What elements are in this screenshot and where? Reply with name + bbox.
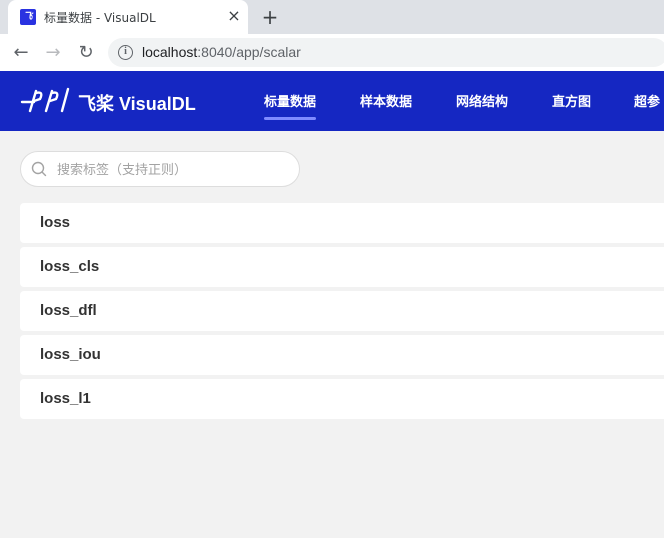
tag-row-loss-l1[interactable]: loss_l1 [20, 379, 664, 419]
tag-label: loss_iou [40, 346, 101, 363]
url-host: localhost [142, 44, 198, 60]
nav-item-hyperparameters[interactable]: 超参 [634, 91, 660, 110]
back-arrow-icon[interactable]: ← [8, 40, 34, 66]
tag-row-loss-cls[interactable]: loss_cls [20, 247, 664, 287]
forward-arrow-icon[interactable]: → [40, 40, 66, 66]
search-icon [31, 161, 47, 177]
brand-title[interactable]: 飞桨 VisualDL [78, 90, 196, 116]
app-header: 飞桨 VisualDL 标量数据 样本数据 网络结构 直方图 超参 [0, 71, 664, 131]
nav-item-graph[interactable]: 网络结构 [456, 91, 508, 110]
tag-label: loss_cls [40, 258, 100, 275]
nav-item-histogram[interactable]: 直方图 [552, 91, 591, 110]
browser-tab-strip: 飞 标量数据 - VisualDL × + [0, 0, 664, 34]
browser-tab[interactable]: 飞 标量数据 - VisualDL × [8, 0, 248, 34]
tag-label: loss_dfl [40, 302, 97, 319]
tag-row-loss[interactable]: loss [20, 203, 664, 243]
browser-toolbar: ← → ↻ i localhost:8040/app/scalar [0, 34, 664, 71]
site-info-icon[interactable]: i [118, 45, 133, 60]
paddlepaddle-logo-icon [20, 87, 70, 113]
tag-row-loss-iou[interactable]: loss_iou [20, 335, 664, 375]
address-bar[interactable]: i localhost:8040/app/scalar [108, 38, 664, 67]
reload-icon[interactable]: ↻ [73, 40, 99, 66]
url-text[interactable]: localhost:8040/app/scalar [142, 44, 301, 60]
tag-label: loss [40, 214, 71, 231]
nav-item-samples[interactable]: 样本数据 [360, 91, 412, 110]
tag-search-box[interactable] [20, 151, 300, 187]
tab-title: 标量数据 - VisualDL [44, 11, 156, 25]
visualdl-favicon-icon: 飞 [20, 9, 36, 25]
new-tab-icon[interactable]: + [258, 5, 282, 29]
nav-item-scalar[interactable]: 标量数据 [264, 91, 317, 120]
tag-row-loss-dfl[interactable]: loss_dfl [20, 291, 664, 331]
tag-label: loss_l1 [40, 390, 91, 407]
tag-list: loss loss_cls loss_dfl loss_iou loss_l1 [20, 203, 664, 423]
url-path: :8040/app/scalar [197, 44, 301, 60]
search-input[interactable] [57, 160, 287, 180]
close-tab-icon[interactable]: × [224, 6, 244, 26]
